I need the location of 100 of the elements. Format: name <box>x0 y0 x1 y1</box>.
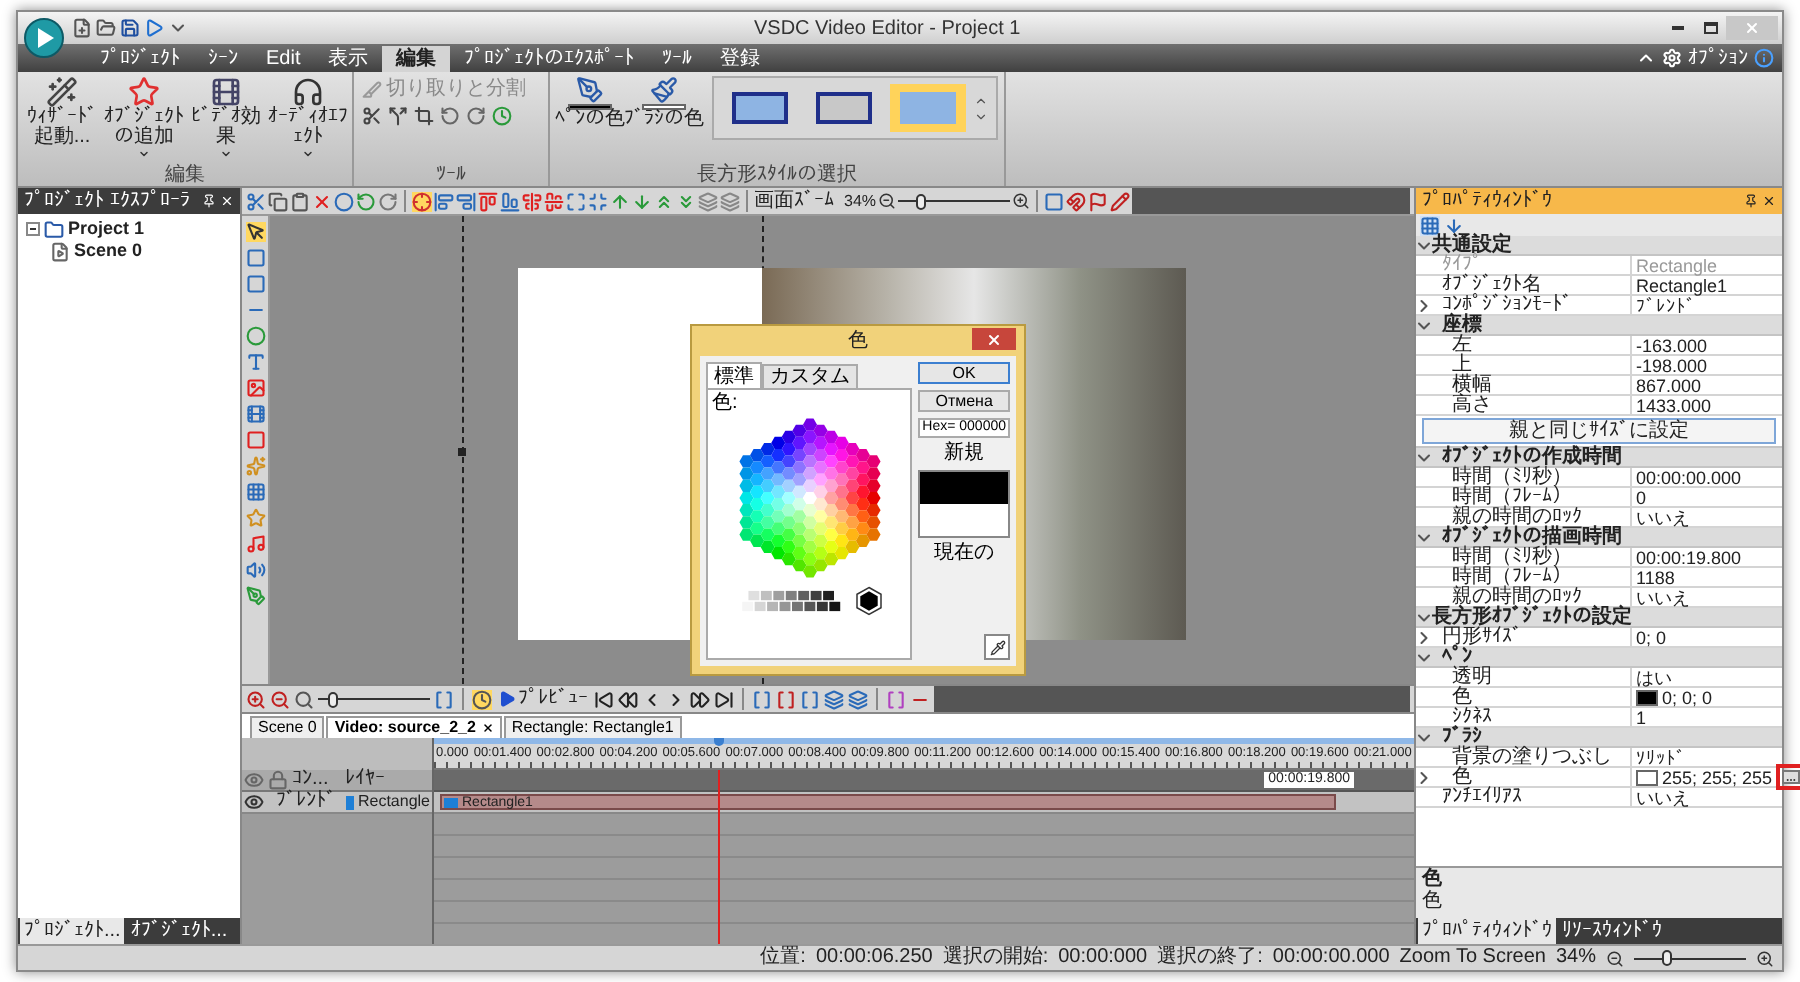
zoom-out-icon[interactable] <box>878 192 897 210</box>
zoom-in-icon[interactable] <box>246 689 266 709</box>
align-right-icon[interactable] <box>456 191 476 211</box>
skip-forward-icon[interactable] <box>714 689 734 709</box>
zoom-in-icon[interactable] <box>1756 949 1774 967</box>
close-icon[interactable] <box>1762 194 1776 208</box>
pin-icon[interactable] <box>1744 194 1758 208</box>
menu-tab[interactable]: Edit <box>252 46 315 72</box>
align-middle-icon[interactable] <box>544 191 564 211</box>
ribbon-button[interactable]: ﾋﾞﾃﾞｵ効果 <box>186 76 266 166</box>
frame-icon[interactable] <box>1044 191 1065 211</box>
film-icon[interactable] <box>245 404 265 424</box>
rectangle-icon[interactable] <box>245 430 265 450</box>
timeline-zoom-slider[interactable] <box>318 691 430 707</box>
sort-icon[interactable] <box>1444 215 1464 235</box>
clipboard-icon[interactable] <box>290 191 310 211</box>
align-left-icon[interactable] <box>434 191 454 211</box>
ellipsis-button[interactable] <box>1782 770 1800 784</box>
save-icon[interactable] <box>120 18 140 38</box>
scroll-down-icon[interactable] <box>974 109 988 123</box>
circle-icon[interactable] <box>334 191 354 211</box>
new-file-icon[interactable] <box>72 18 92 38</box>
brackets-icon[interactable] <box>800 689 820 709</box>
dialog-button[interactable]: OK <box>918 362 1010 384</box>
layers-icon[interactable] <box>848 689 868 709</box>
brackets-icon[interactable] <box>434 689 454 709</box>
zoom-out-icon[interactable] <box>270 689 290 709</box>
selected-hexagon-swatch[interactable] <box>853 586 884 616</box>
eyedropper-button[interactable] <box>984 634 1010 660</box>
clock-icon[interactable] <box>492 106 512 126</box>
layers-icon[interactable] <box>698 191 718 211</box>
align-center-icon[interactable] <box>522 191 542 211</box>
image-icon[interactable] <box>245 378 265 398</box>
brackets-icon[interactable] <box>776 689 796 709</box>
menu-tab[interactable]: 編集 <box>382 46 451 72</box>
dialog-tab[interactable]: 標準 <box>706 362 762 388</box>
categorized-icon[interactable] <box>1420 215 1440 235</box>
copy-icon[interactable] <box>268 191 288 211</box>
menu-tab[interactable]: 表示 <box>314 46 383 72</box>
menu-tab[interactable]: ﾌﾟﾛｼﾞｪｸﾄのｴｸｽﾎﾟｰﾄ <box>450 46 649 72</box>
music-note-icon[interactable] <box>245 534 265 554</box>
preview-button[interactable]: ﾌﾟﾚﾋﾞｭｰ <box>496 687 590 711</box>
rewind-icon[interactable] <box>618 689 638 709</box>
ribbon-button[interactable]: ｵﾌﾞｼﾞｪｸﾄの追加 <box>104 76 184 166</box>
scissors-icon[interactable] <box>362 106 382 126</box>
rotate-right-icon[interactable] <box>466 106 486 126</box>
ribbon-button[interactable]: ｵｰﾃﾞｨｵｴﾌｪｸﾄ <box>268 76 348 166</box>
dialog-tab[interactable]: カスタム <box>762 364 858 388</box>
panel-tab[interactable]: ﾘｿｰｽｳｨﾝﾄﾞｳ <box>1558 918 1666 944</box>
redo-icon[interactable] <box>378 191 398 211</box>
resize-handle[interactable] <box>458 448 466 456</box>
playhead-handle[interactable] <box>714 738 725 746</box>
ellipse-icon[interactable] <box>245 326 265 346</box>
double-arrow-up-icon[interactable] <box>654 191 674 211</box>
brackets-icon[interactable] <box>752 689 772 709</box>
dialog-button[interactable]: Отмена <box>918 390 1010 412</box>
menu-tab[interactable]: ﾌﾟﾛｼﾞｪｸﾄ <box>86 46 194 72</box>
open-icon[interactable] <box>96 18 116 38</box>
timeline-tab[interactable]: Rectangle: Rectangle1 <box>503 716 682 738</box>
align-bottom-icon[interactable] <box>500 191 520 211</box>
menu-tab[interactable]: ﾂｰﾙ <box>648 46 707 72</box>
double-arrow-down-icon[interactable] <box>676 191 696 211</box>
brackets-icon[interactable] <box>886 689 906 709</box>
panel-tab[interactable]: ﾌﾟﾛﾊﾟﾃｨｳｨﾝﾄﾞｳ <box>1418 918 1556 944</box>
zoom-in-icon[interactable] <box>1012 192 1031 210</box>
set-parent-size-button[interactable]: 親と同じｻｲｽﾞに設定 <box>1422 418 1776 444</box>
app-logo-icon[interactable] <box>24 18 64 58</box>
arrow-down-icon[interactable] <box>632 191 652 211</box>
clock-icon[interactable] <box>472 689 492 709</box>
skip-back-icon[interactable] <box>594 689 614 709</box>
folder-icon[interactable] <box>44 219 64 239</box>
layers-icon[interactable] <box>824 689 844 709</box>
blend-dropdown[interactable]: ﾌﾞﾚﾝﾄﾞ <box>276 792 336 812</box>
scissors-icon[interactable] <box>246 191 266 211</box>
options-label[interactable]: ｵﾌﾟｼｮﾝ <box>1688 45 1748 71</box>
grid-icon[interactable] <box>245 482 265 502</box>
scroll-up-icon[interactable] <box>974 93 988 107</box>
menu-tab[interactable]: 登録 <box>706 46 775 72</box>
x-mark-icon[interactable] <box>312 191 332 211</box>
timeline-tab[interactable]: Video: source_2_2 <box>326 716 502 738</box>
zoom-slider[interactable] <box>1634 950 1746 966</box>
zoom-out-icon[interactable] <box>1606 949 1624 967</box>
shrink-icon[interactable] <box>588 191 608 211</box>
info-icon[interactable] <box>1754 48 1774 68</box>
crop-icon[interactable] <box>414 106 434 126</box>
text-icon[interactable] <box>245 352 265 372</box>
zoom-value[interactable]: 34% <box>844 189 877 213</box>
file-icon[interactable] <box>50 241 70 261</box>
layers-icon[interactable] <box>720 191 740 211</box>
color-button[interactable]: ﾍﾟﾝの色 <box>556 76 624 130</box>
panel-tab[interactable]: ﾌﾟﾛｼﾞｪｸﾄ... <box>20 918 125 944</box>
close-tab-icon[interactable] <box>481 722 494 734</box>
pencil-icon[interactable] <box>1110 191 1131 211</box>
tree-item[interactable]: Scene 0 <box>74 240 143 262</box>
crosshair-icon[interactable] <box>412 191 432 211</box>
search-icon[interactable] <box>294 689 314 709</box>
flag-icon[interactable] <box>1088 191 1109 211</box>
pointer-icon[interactable] <box>245 222 265 242</box>
magnet-icon[interactable] <box>1066 191 1087 211</box>
menu-tab[interactable]: ｼｰﾝ <box>194 46 252 72</box>
